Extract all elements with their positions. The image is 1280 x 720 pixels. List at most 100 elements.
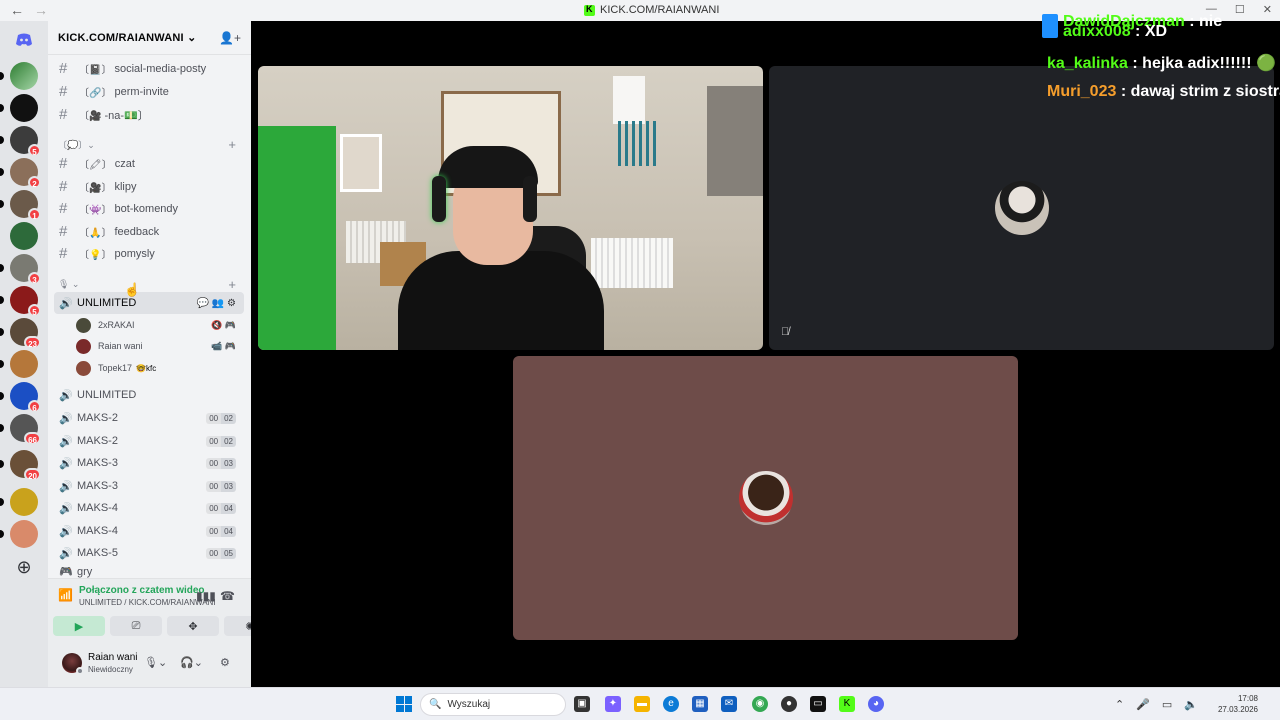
add-channel-icon[interactable]: +: [228, 137, 236, 152]
speaker-icon: 🔊: [59, 435, 73, 448]
unread-badge: 1: [28, 208, 41, 221]
channel-klipy[interactable]: # 〔🎥〕 klipy: [54, 176, 244, 197]
avatar[interactable]: [62, 653, 84, 675]
taskbar-search[interactable]: 🔍 Wyszukaj: [420, 693, 566, 716]
mouse-cursor-icon: ☝: [124, 282, 141, 297]
user-limit-badge: 00 02: [206, 412, 236, 424]
chat-badge-icon: [1042, 24, 1058, 38]
volume-icon[interactable]: 🔈: [1184, 698, 1198, 711]
disconnect-icon[interactable]: ☎: [220, 589, 235, 603]
server-icon[interactable]: 3: [0, 254, 41, 285]
channel-perm-invite[interactable]: # 〔🔗〕 perm-invite: [54, 81, 244, 102]
unread-badge: 6: [28, 400, 41, 413]
chat-message: adixx008 : XD: [1042, 23, 1280, 41]
add-member-icon[interactable]: 👤+: [219, 31, 241, 45]
discord-home-icon[interactable]: [10, 26, 38, 54]
server-folder-icon[interactable]: 20: [0, 450, 41, 481]
noise-suppression-icon[interactable]: ▮▮▮: [196, 589, 216, 603]
unread-badge: 20: [24, 468, 41, 481]
video-tile-camera[interactable]: [258, 66, 763, 350]
camera-button[interactable]: ▶: [53, 616, 105, 636]
channel-na[interactable]: # 〔🎥 -na-💵〕: [54, 104, 244, 125]
windows-start-icon[interactable]: [396, 696, 412, 712]
server-icon[interactable]: 23: [0, 318, 41, 349]
server-icon[interactable]: 2: [0, 158, 41, 189]
server-folder-icon[interactable]: 66: [0, 414, 41, 445]
search-icon: 🔍: [429, 699, 442, 710]
activities-button[interactable]: ✥: [167, 616, 219, 636]
server-icon[interactable]: [0, 520, 38, 548]
server-icon[interactable]: [0, 350, 38, 378]
screen-share-button[interactable]: ⎚: [110, 616, 162, 636]
microphone-icon[interactable]: 🎙⌄: [144, 656, 167, 669]
server-header[interactable]: KICK.COM/RAIANWANI ⌄ 👤+: [48, 21, 251, 55]
back-arrow-icon[interactable]: ←: [10, 2, 24, 18]
tray-overflow-icon[interactable]: ⌃: [1115, 698, 1124, 711]
speaker-icon: 🔊: [59, 480, 73, 493]
speaker-icon: 🔊: [59, 297, 73, 310]
channel-social-media-posty[interactable]: # 〔📓〕 social-media-posty: [54, 58, 244, 79]
clock-date: 27.03.2026: [1217, 705, 1258, 714]
clock-time: 17:08: [1237, 694, 1258, 703]
video-tile-avatar[interactable]: [513, 356, 1018, 640]
voice-channel[interactable]: 🔊 MAKS-5 00 05: [54, 542, 244, 564]
stream-chat-overlay: DawidDajczman : nie adixx008 : XD ka_kal…: [1042, 13, 1280, 111]
add-server-icon[interactable]: ⊕: [10, 554, 38, 582]
voice-status[interactable]: 📶 Połączono z czatem wideo UNLIMITED / K…: [58, 585, 216, 607]
server-icon[interactable]: 1: [0, 190, 41, 221]
member-tag: 🤓kfc: [136, 363, 157, 373]
terminal-icon[interactable]: ▭: [810, 696, 826, 712]
server-icon[interactable]: 6: [0, 382, 41, 413]
settings-gear-icon[interactable]: ⚙: [220, 656, 230, 669]
server-icon[interactable]: 5: [0, 126, 41, 157]
forward-arrow-icon[interactable]: →: [34, 2, 48, 18]
clock[interactable]: 17:08 27.03.2026: [1218, 693, 1258, 715]
chrome-icon[interactable]: ◉: [752, 696, 768, 712]
discord-app-icon[interactable]: ◕: [868, 696, 884, 712]
unread-badge: 2: [28, 176, 41, 189]
task-view-icon[interactable]: ▣: [574, 696, 590, 712]
member-status-icons: 📹 🎮: [211, 340, 236, 351]
channel-pomysly[interactable]: # 〔💡〕 pomysly: [54, 243, 244, 264]
chat-message: Muri_023 : dawaj strim z siostrą: [1047, 83, 1280, 100]
add-channel-icon[interactable]: +: [228, 277, 236, 292]
headphones-icon[interactable]: 🎧⌄: [180, 656, 203, 669]
voice-channel[interactable]: 🔊 MAKS-3 00 03: [54, 475, 244, 497]
server-icon[interactable]: [0, 62, 38, 90]
user-limit-badge: 00 02: [206, 435, 236, 447]
store-icon[interactable]: ▦: [692, 696, 708, 712]
network-icon[interactable]: ▭: [1162, 698, 1172, 711]
voice-channel[interactable]: 🔊 MAKS-4 00 04: [54, 520, 244, 542]
user-status: Niewidoczny: [88, 665, 133, 674]
voice-channel[interactable]: 🎮 gry: [54, 565, 244, 579]
voice-member[interactable]: Raian wani 📹 🎮: [76, 336, 244, 356]
obs-icon[interactable]: ●: [781, 696, 797, 712]
channel-bot-komendy[interactable]: # 〔👾〕 bot-komendy: [54, 198, 244, 219]
channel-czat[interactable]: # 〔🖍〕 czat: [54, 153, 244, 174]
server-icon[interactable]: [0, 94, 38, 122]
kick-app-icon[interactable]: K: [839, 696, 855, 712]
server-icon[interactable]: [0, 488, 38, 516]
voice-channel-actions[interactable]: 💬 👥 ⚙: [197, 298, 236, 309]
category-header[interactable]: 🎙 ⌄ +: [58, 277, 244, 292]
file-explorer-icon[interactable]: ▬: [634, 696, 650, 712]
user-name[interactable]: Raian wani: [88, 652, 137, 663]
outlook-icon[interactable]: ✉: [721, 696, 737, 712]
server-icon[interactable]: [10, 222, 38, 250]
unread-badge: 66: [24, 432, 41, 445]
avatar: [76, 360, 91, 376]
voice-channel[interactable]: 🔊 UNLIMITED: [54, 384, 244, 406]
channel-feedback[interactable]: # 〔🙏〕 feedback: [54, 221, 244, 242]
voice-channel[interactable]: 🔊 MAKS-2 00 02: [54, 430, 244, 452]
category-header[interactable]: 〔💭〕⌄ +: [58, 137, 244, 152]
microphone-tray-icon[interactable]: 🎤: [1136, 698, 1150, 711]
voice-channel-active[interactable]: 🔊 UNLIMITED 💬 👥 ⚙: [54, 292, 244, 314]
copilot-icon[interactable]: ✦: [605, 696, 621, 712]
edge-icon[interactable]: e: [663, 696, 679, 712]
voice-member[interactable]: Topek17 🤓kfc: [76, 358, 244, 378]
voice-channel[interactable]: 🔊 MAKS-2 00 02: [54, 407, 244, 429]
voice-channel[interactable]: 🔊 MAKS-3 00 03: [54, 452, 244, 474]
voice-member[interactable]: 2xRAKAI 🔇 🎮: [76, 315, 244, 335]
voice-channel[interactable]: 🔊 MAKS-4 00 04: [54, 497, 244, 519]
server-icon[interactable]: 5: [0, 286, 41, 317]
